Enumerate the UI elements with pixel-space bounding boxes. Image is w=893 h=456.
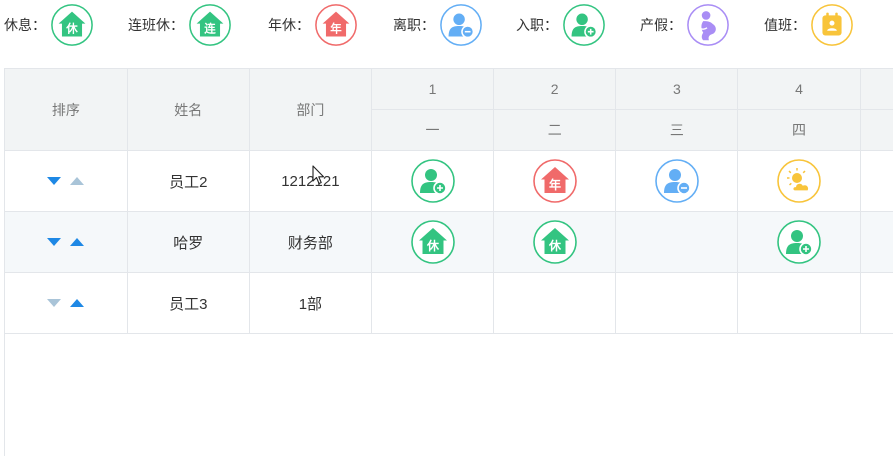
day-number-header: 5 bbox=[860, 69, 893, 111]
legend-bar: 休息： 休 连班休： 连 年休： 年 离职： 入职： 产假： 值班： bbox=[0, 0, 893, 50]
legend-label: 入职： bbox=[516, 17, 558, 33]
schedule-cell[interactable] bbox=[493, 272, 617, 334]
table-row: 员工2 1212121 年 bbox=[5, 150, 893, 212]
mouse-cursor-icon bbox=[312, 165, 325, 185]
schedule-cell[interactable] bbox=[371, 272, 495, 334]
legend-item-annual-leave: 年休： 年 bbox=[268, 2, 358, 48]
schedule-cell[interactable] bbox=[860, 272, 893, 334]
employee-name: 员工2 bbox=[127, 150, 250, 212]
employee-dept: 财务部 bbox=[249, 211, 372, 273]
employee-dept: 1212121 bbox=[249, 150, 372, 212]
schedule-cell[interactable] bbox=[371, 150, 495, 212]
schedule-cell[interactable] bbox=[860, 211, 893, 273]
consecutive-rest-icon: 连 bbox=[188, 3, 232, 47]
employee-dept: 1部 bbox=[249, 272, 372, 334]
legend-item-duty: 值班： bbox=[764, 2, 854, 48]
move-down-icon[interactable] bbox=[47, 299, 62, 307]
weekday-header: 一 bbox=[371, 109, 495, 151]
legend-item-maternity-leave: 产假： bbox=[640, 2, 730, 48]
column-header-dept: 部门 bbox=[249, 69, 372, 151]
weekday-header: 四 bbox=[737, 109, 861, 151]
column-header-sort: 排序 bbox=[5, 69, 128, 151]
rest-icon: 休 bbox=[410, 219, 456, 265]
legend-label: 年休： bbox=[268, 17, 310, 33]
weekday-header: 三 bbox=[615, 109, 739, 151]
move-up-icon[interactable] bbox=[70, 238, 85, 246]
legend-item-consecutive-rest: 连班休： 连 bbox=[128, 2, 232, 48]
rest-icon: 休 bbox=[532, 219, 578, 265]
move-down-icon[interactable] bbox=[47, 177, 62, 185]
schedule-cell[interactable] bbox=[737, 272, 861, 334]
legend-label: 离职： bbox=[393, 17, 435, 33]
sort-cell bbox=[5, 272, 128, 334]
employee-name: 员工3 bbox=[127, 272, 250, 334]
sort-cell bbox=[5, 211, 128, 273]
schedule-cell[interactable] bbox=[615, 150, 739, 212]
legend-label: 产假： bbox=[640, 17, 682, 33]
legend-item-rest: 休息： 休 bbox=[4, 2, 94, 48]
weekday-header: 五 bbox=[860, 109, 893, 151]
svg-text:连: 连 bbox=[204, 22, 216, 36]
svg-text:休: 休 bbox=[65, 22, 78, 36]
legend-label: 休息： bbox=[4, 17, 46, 33]
move-up-icon[interactable] bbox=[70, 299, 85, 307]
legend-label: 值班： bbox=[764, 17, 806, 33]
schedule-cell[interactable] bbox=[737, 211, 861, 273]
day-number-header: 1 bbox=[371, 69, 495, 111]
sort-cell bbox=[5, 150, 128, 212]
svg-text:年: 年 bbox=[549, 177, 561, 192]
annual-leave-icon: 年 bbox=[314, 3, 358, 47]
schedule-cell[interactable] bbox=[737, 150, 861, 212]
resignation-icon bbox=[439, 3, 483, 47]
employee-name: 哈罗 bbox=[127, 211, 250, 273]
svg-text:休: 休 bbox=[548, 238, 562, 253]
schedule-cell[interactable] bbox=[615, 211, 739, 273]
annual-leave-icon: 年 bbox=[532, 158, 578, 204]
day-number-header: 2 bbox=[493, 69, 617, 111]
onboarding-icon bbox=[410, 158, 456, 204]
legend-item-resignation: 离职： bbox=[393, 2, 483, 48]
move-down-icon[interactable] bbox=[47, 238, 62, 246]
schedule-cell[interactable]: 年 bbox=[493, 150, 617, 212]
sunny-cloud-icon bbox=[776, 158, 822, 204]
maternity-leave-icon bbox=[686, 3, 730, 47]
duty-icon bbox=[810, 3, 854, 47]
schedule-table: 排序 姓名 部门 1 2 3 4 5 6 一 二 三 四 五 六 员工21212… bbox=[4, 68, 893, 456]
svg-text:年: 年 bbox=[330, 22, 342, 36]
onboarding-icon bbox=[562, 3, 606, 47]
schedule-cell[interactable] bbox=[860, 150, 893, 212]
onboarding-icon bbox=[776, 219, 822, 265]
day-number-header: 3 bbox=[615, 69, 739, 111]
schedule-cell[interactable]: 休 bbox=[493, 211, 617, 273]
schedule-cell[interactable] bbox=[615, 272, 739, 334]
rest-icon: 休 bbox=[50, 3, 94, 47]
weekday-header: 二 bbox=[493, 109, 617, 151]
table-row: 哈罗 财务部 休 休 bbox=[5, 211, 893, 273]
svg-text:休: 休 bbox=[426, 238, 440, 253]
table-row: 员工3 1部 bbox=[5, 272, 893, 334]
column-header-name: 姓名 bbox=[127, 69, 250, 151]
schedule-cell[interactable]: 休 bbox=[371, 211, 495, 273]
resignation-icon bbox=[654, 158, 700, 204]
legend-item-onboarding: 入职： bbox=[516, 2, 606, 48]
legend-label: 连班休： bbox=[128, 17, 184, 33]
move-up-icon[interactable] bbox=[70, 177, 85, 185]
day-number-header: 4 bbox=[737, 69, 861, 111]
